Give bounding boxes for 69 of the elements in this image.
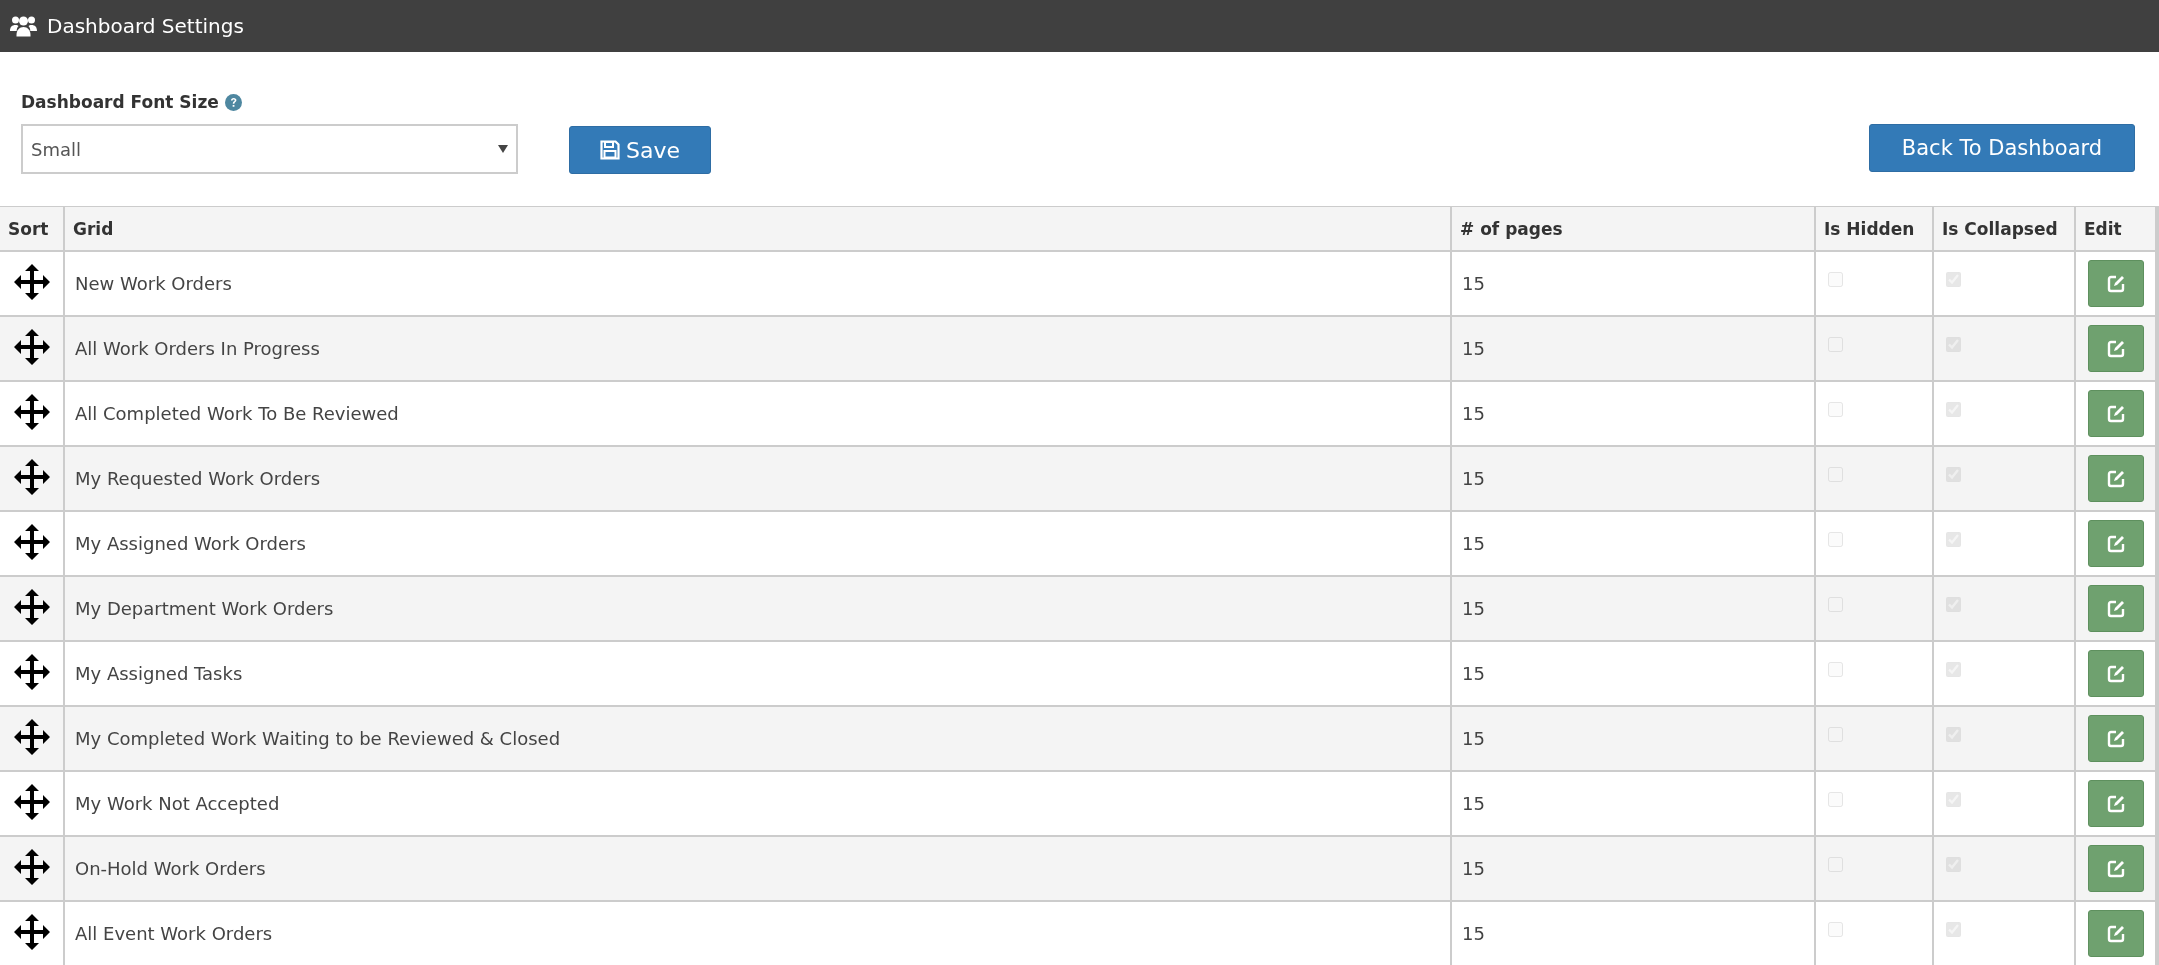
edit-icon: [2105, 858, 2126, 879]
move-icon[interactable]: [12, 782, 51, 821]
edit-icon: [2105, 273, 2126, 294]
grid-name: New Work Orders: [75, 273, 232, 294]
users-icon: [10, 15, 37, 37]
column-header: # of pages: [1451, 206, 1815, 251]
page-count: 15: [1462, 663, 1485, 684]
page-count: 15: [1462, 598, 1485, 619]
page-count: 15: [1462, 338, 1485, 359]
move-icon[interactable]: [12, 847, 51, 886]
grid-name: My Department Work Orders: [75, 598, 334, 619]
move-icon[interactable]: [12, 522, 51, 561]
grid-name: My Assigned Tasks: [75, 663, 243, 684]
edit-button[interactable]: [2087, 845, 2144, 892]
move-icon[interactable]: [12, 327, 51, 366]
page-count: 15: [1462, 793, 1485, 814]
edit-icon: [2105, 598, 2126, 619]
caret-icon: [498, 145, 508, 153]
edit-icon: [2105, 923, 2126, 944]
grid-name: My Requested Work Orders: [75, 468, 321, 489]
edit-icon: [2105, 338, 2126, 359]
back-to-dashboard-button[interactable]: Back To Dashboard: [1869, 124, 2135, 172]
move-icon[interactable]: [12, 457, 51, 496]
edit-button[interactable]: [2087, 390, 2144, 437]
edit-icon: [2105, 533, 2126, 554]
edit-icon: [2105, 728, 2126, 749]
edit-icon: [2105, 468, 2126, 489]
grid-name: All Event Work Orders: [75, 923, 273, 944]
move-icon[interactable]: [12, 652, 51, 691]
page-count: 15: [1462, 728, 1485, 749]
page-count: 15: [1462, 923, 1485, 944]
edit-button[interactable]: [2087, 260, 2144, 307]
edit-icon: [2105, 403, 2126, 424]
column-header: Is Collapsed: [1933, 206, 2075, 251]
grid-name: On-Hold Work Orders: [75, 858, 266, 879]
grid-name: My Completed Work Waiting to be Reviewed & Closed: [75, 728, 561, 749]
grid-name: All Completed Work To Be Reviewed: [75, 403, 399, 424]
move-icon[interactable]: [12, 912, 51, 951]
page-title: Dashboard Settings: [47, 14, 244, 38]
column-header: Grid: [64, 206, 1451, 251]
grid-name: My Work Not Accepted: [75, 793, 280, 814]
edit-button[interactable]: [2087, 650, 2144, 697]
edit-icon: [2105, 663, 2126, 684]
move-icon[interactable]: [12, 262, 51, 301]
grid-name: My Assigned Work Orders: [75, 533, 306, 554]
edit-button[interactable]: [2087, 325, 2144, 372]
page-count: 15: [1462, 403, 1485, 424]
page-count: 15: [1462, 858, 1485, 879]
edit-button[interactable]: [2087, 585, 2144, 632]
edit-button[interactable]: [2087, 455, 2144, 502]
move-icon[interactable]: [12, 717, 51, 756]
edit-button[interactable]: [2087, 520, 2144, 567]
grid-name: All Work Orders In Progress: [75, 338, 320, 359]
page-count: 15: [1462, 533, 1485, 554]
edit-button[interactable]: [2087, 910, 2144, 957]
column-header: Is Hidden: [1815, 206, 1933, 251]
page-count: 15: [1462, 273, 1485, 294]
page-count: 15: [1462, 468, 1485, 489]
move-icon[interactable]: [12, 587, 51, 626]
field-label: Dashboard Font Size: [21, 92, 219, 112]
edit-button[interactable]: [2087, 780, 2144, 827]
column-header: Sort: [0, 206, 64, 251]
save-button[interactable]: Save: [569, 126, 711, 174]
edit-icon: [2105, 793, 2126, 814]
font-size-select[interactable]: Small: [21, 124, 518, 174]
edit-button[interactable]: [2087, 715, 2144, 762]
help-icon[interactable]: [224, 93, 242, 111]
move-icon[interactable]: [12, 392, 51, 431]
column-header: Edit: [2075, 206, 2156, 251]
